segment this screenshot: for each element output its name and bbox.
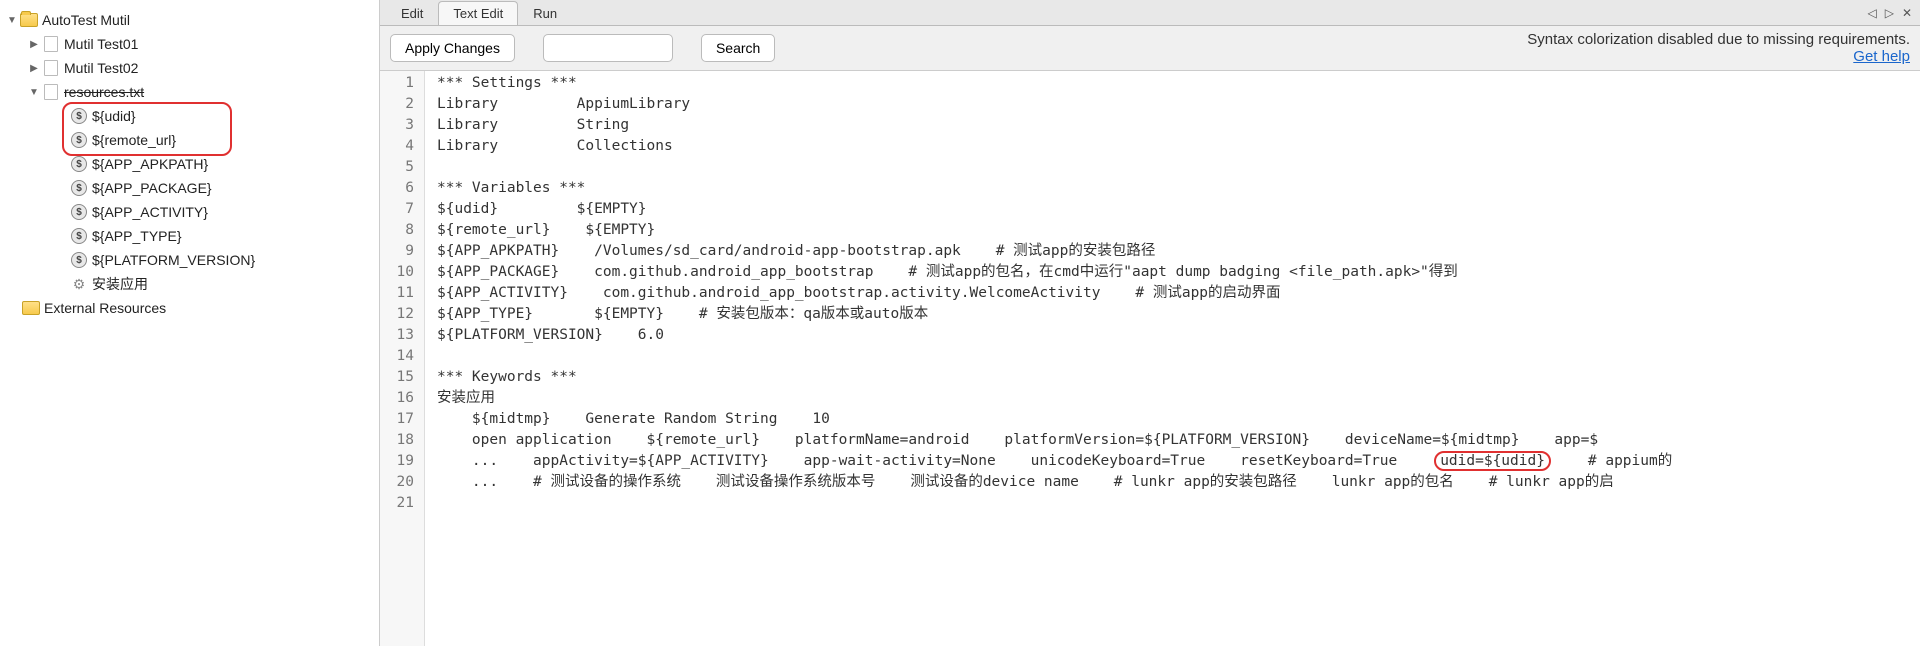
spacer	[54, 276, 70, 292]
code-line[interactable]: Library AppiumLibrary	[437, 94, 1920, 115]
code-line[interactable]	[437, 493, 1920, 514]
spacer	[54, 108, 70, 124]
tree-variable[interactable]: ${remote_url}	[0, 128, 379, 152]
tree-variable-label: ${APP_APKPATH}	[92, 156, 208, 172]
spacer	[54, 252, 70, 268]
tree-variable[interactable]: ${APP_TYPE}	[0, 224, 379, 248]
text-editor[interactable]: 123456789101112131415161718192021 *** Se…	[380, 71, 1920, 646]
variable-icon	[70, 227, 88, 245]
tree-root-label: AutoTest Mutil	[42, 12, 130, 28]
code-line[interactable]: ${PLATFORM_VERSION} 6.0	[437, 325, 1920, 346]
tree-variable-label: ${PLATFORM_VERSION}	[92, 252, 255, 268]
code-line[interactable]: *** Keywords ***	[437, 367, 1920, 388]
code-line[interactable]: Library Collections	[437, 136, 1920, 157]
tree-root[interactable]: AutoTest Mutil	[0, 8, 379, 32]
code-line[interactable]: *** Settings ***	[437, 73, 1920, 94]
tree-variable[interactable]: ${APP_ACTIVITY}	[0, 200, 379, 224]
variable-icon	[70, 251, 88, 269]
tab-text-edit[interactable]: Text Edit	[438, 1, 518, 25]
code-line[interactable]: 安装应用	[437, 388, 1920, 409]
code-area[interactable]: *** Settings ***Library AppiumLibraryLib…	[425, 71, 1920, 646]
spacer	[54, 156, 70, 172]
code-line[interactable]	[437, 346, 1920, 367]
folder-icon	[20, 11, 38, 29]
variable-icon	[70, 155, 88, 173]
close-icon[interactable]: ✕	[1902, 6, 1912, 20]
search-input[interactable]	[543, 34, 673, 62]
tree-variable-label: ${APP_ACTIVITY}	[92, 204, 208, 220]
spacer	[54, 132, 70, 148]
code-line[interactable]: ${APP_TYPE} ${EMPTY} # 安装包版本：qa版本或auto版本	[437, 304, 1920, 325]
code-line[interactable]: ${APP_APKPATH} /Volumes/sd_card/android-…	[437, 241, 1920, 262]
tree-variable-label: ${APP_TYPE}	[92, 228, 182, 244]
syntax-warning: Syntax colorization disabled due to miss…	[1527, 31, 1910, 48]
nav-forward-icon[interactable]: ▷	[1885, 6, 1894, 20]
tree-keyword[interactable]: 安装应用	[0, 272, 379, 296]
tree-variable[interactable]: ${PLATFORM_VERSION}	[0, 248, 379, 272]
tree-variable[interactable]: ${APP_PACKAGE}	[0, 176, 379, 200]
spacer	[54, 180, 70, 196]
tab-run[interactable]: Run	[518, 1, 572, 25]
main-panel: Edit Text Edit Run ◁ ▷ ✕ Apply Changes S…	[380, 0, 1920, 646]
tree-external[interactable]: External Resources	[0, 296, 379, 320]
tree-keyword-label: 安装应用	[92, 274, 148, 294]
code-line[interactable]: ${APP_PACKAGE} com.github.android_app_bo…	[437, 262, 1920, 283]
line-gutter: 123456789101112131415161718192021	[380, 71, 425, 646]
tree-suite-label: Mutil Test01	[64, 36, 138, 52]
variable-icon	[70, 131, 88, 149]
spacer	[54, 204, 70, 220]
code-line[interactable]: ${udid} ${EMPTY}	[437, 199, 1920, 220]
variable-icon	[70, 203, 88, 221]
spacer	[54, 228, 70, 244]
tree-variable-label: ${remote_url}	[92, 132, 176, 148]
gear-icon	[70, 275, 88, 293]
get-help-link[interactable]: Get help	[1527, 48, 1910, 65]
variable-icon	[70, 179, 88, 197]
apply-changes-button[interactable]: Apply Changes	[390, 34, 515, 62]
code-line[interactable]: open application ${remote_url} platformN…	[437, 430, 1920, 451]
tree-variable[interactable]: ${udid}	[0, 104, 379, 128]
file-icon	[42, 59, 60, 77]
tree-external-label: External Resources	[44, 300, 166, 316]
tree-variable[interactable]: ${APP_APKPATH}	[0, 152, 379, 176]
tabbar: Edit Text Edit Run ◁ ▷ ✕	[380, 0, 1920, 26]
file-icon	[42, 35, 60, 53]
tab-edit[interactable]: Edit	[386, 1, 438, 25]
tree-resource-file[interactable]: resources.txt	[0, 80, 379, 104]
code-line[interactable]: ${remote_url} ${EMPTY}	[437, 220, 1920, 241]
tree-variable-label: ${udid}	[92, 108, 136, 124]
variable-icon	[70, 107, 88, 125]
collapse-arrow-icon[interactable]	[26, 36, 42, 52]
code-line[interactable]: ... # 测试设备的操作系统 测试设备操作系统版本号 测试设备的device …	[437, 472, 1920, 493]
code-line[interactable]: *** Variables ***	[437, 178, 1920, 199]
tree-resource-label: resources.txt	[64, 84, 144, 100]
code-line[interactable]: ... appActivity=${APP_ACTIVITY} app-wait…	[437, 451, 1920, 472]
expand-arrow-icon[interactable]	[4, 12, 20, 28]
code-line[interactable]: ${midtmp} Generate Random String 10	[437, 409, 1920, 430]
nav-back-icon[interactable]: ◁	[1867, 6, 1876, 20]
collapse-arrow-icon[interactable]	[26, 60, 42, 76]
annotation-highlight: udid=${udid}	[1434, 451, 1551, 471]
code-line[interactable]	[437, 157, 1920, 178]
code-line[interactable]: ${APP_ACTIVITY} com.github.android_app_b…	[437, 283, 1920, 304]
folder-icon	[22, 299, 40, 317]
toolbar: Apply Changes Search Syntax colorization…	[380, 26, 1920, 71]
expand-arrow-icon[interactable]	[26, 84, 42, 100]
tree-suite[interactable]: Mutil Test02	[0, 56, 379, 80]
project-tree[interactable]: AutoTest Mutil Mutil Test01 Mutil Test02…	[0, 0, 380, 646]
tree-suite-label: Mutil Test02	[64, 60, 138, 76]
file-icon	[42, 83, 60, 101]
search-button[interactable]: Search	[701, 34, 775, 62]
tree-variable-label: ${APP_PACKAGE}	[92, 180, 212, 196]
code-line[interactable]: Library String	[437, 115, 1920, 136]
tree-suite[interactable]: Mutil Test01	[0, 32, 379, 56]
